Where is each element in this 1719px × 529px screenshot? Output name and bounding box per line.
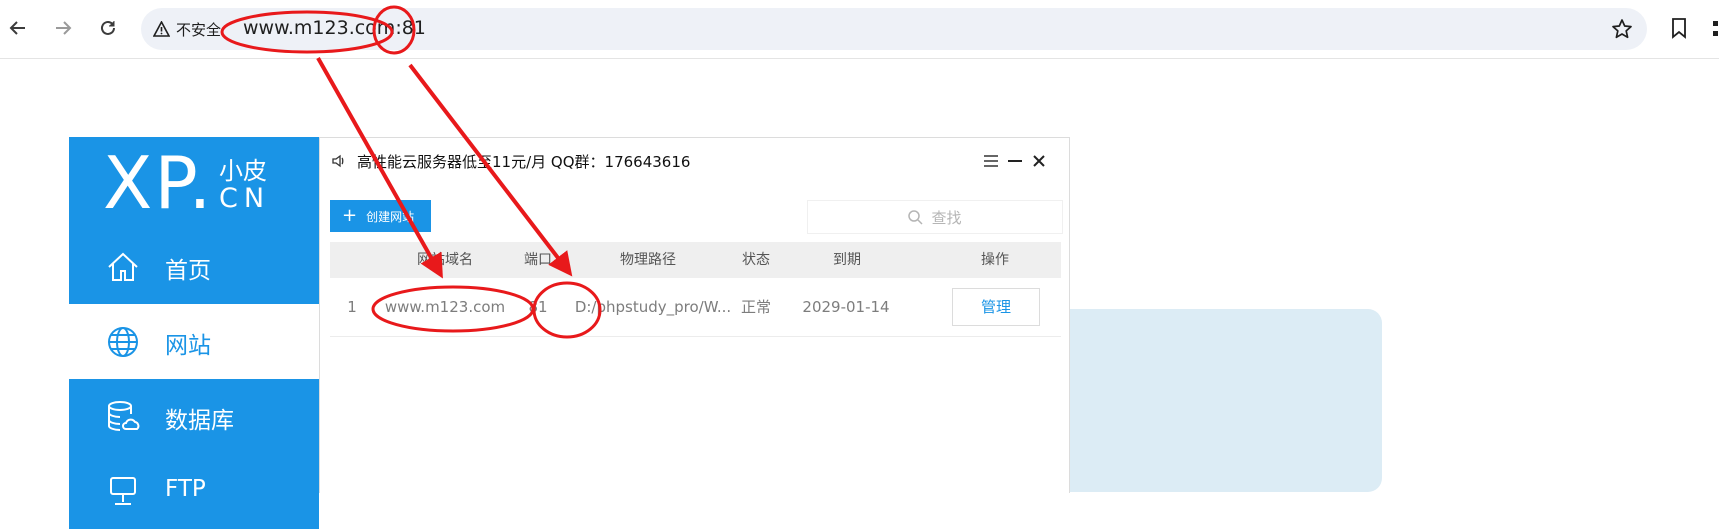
sidebar-item-label: FTP [165, 476, 206, 502]
database-icon [108, 401, 140, 431]
dialog-minimize-button[interactable] [1005, 151, 1025, 171]
url-text[interactable]: www.m123.com:81 [243, 17, 426, 39]
bookmarks-button[interactable] [1671, 17, 1687, 43]
minimize-icon [1008, 160, 1022, 162]
create-website-button[interactable]: + 创建网站 [330, 200, 431, 232]
bookmark-star-button[interactable] [1611, 18, 1633, 44]
dialog-close-button[interactable] [1029, 151, 1049, 171]
app-sidebar: XP. 小皮 CN 首页 网站 数据库 FTP [69, 137, 319, 529]
logo-cn: CN [219, 183, 271, 214]
sidebar-item-label: 首页 [165, 258, 211, 284]
url-port: :81 [395, 17, 426, 39]
app-logo: XP. 小皮 CN [69, 137, 319, 229]
search-input[interactable]: 查找 [807, 200, 1063, 234]
security-text: 不安全 [176, 20, 222, 39]
row-path: D:/phpstudy_pro/W... [574, 298, 732, 316]
globe-icon [108, 327, 138, 357]
home-icon [108, 252, 138, 281]
plus-icon: + [342, 205, 358, 226]
sidebar-item-database[interactable]: 数据库 [69, 379, 319, 454]
column-header: 物理路径 [620, 252, 676, 268]
row-domain: www.m123.com [384, 298, 506, 316]
speaker-icon [332, 154, 344, 168]
logo-xp: XP. [103, 141, 214, 225]
row-status: 正常 [740, 298, 771, 316]
ftp-icon [110, 477, 136, 505]
manage-button[interactable]: 管理 [952, 288, 1040, 326]
column-header: 端口 [524, 252, 552, 268]
dialog-menu-button[interactable] [981, 151, 1001, 171]
back-arrow-icon [9, 21, 25, 35]
url-host: www.m123.com [243, 17, 396, 39]
close-icon [1033, 155, 1045, 167]
create-website-label: 创建网站 [366, 209, 415, 224]
search-icon [908, 209, 924, 225]
forward-arrow-icon [56, 21, 72, 35]
row-index: 1 [347, 298, 357, 316]
table-row[interactable]: 1 www.m123.com 81 D:/phpstudy_pro/W... 正… [330, 278, 1061, 337]
logo-subtitle: 小皮 [219, 157, 267, 185]
warning-icon [153, 21, 170, 37]
sidebar-item-home[interactable]: 首页 [69, 229, 319, 304]
bookmark-icon [1672, 18, 1686, 39]
column-header: 到期 [833, 252, 861, 268]
sidebar-item-label: 网站 [165, 333, 211, 359]
hamburger-icon [984, 155, 998, 167]
star-icon [1612, 19, 1632, 39]
table-header: 网站域名 端口 物理路径 状态 到期 操作 [330, 242, 1061, 278]
website-dialog: 高性能云服务器低至11元/月 QQ群：176643616 + 创建网站 查找 网… [319, 137, 1070, 493]
menu-button[interactable] [1705, 19, 1719, 39]
reload-icon [101, 20, 115, 35]
row-port: 81 [528, 298, 548, 316]
column-header: 状态 [742, 252, 770, 268]
column-header: 网站域名 [417, 252, 473, 268]
reload-button[interactable] [93, 13, 123, 43]
sidebar-item-label: 数据库 [165, 408, 234, 434]
column-header: 操作 [981, 252, 1009, 268]
sidebar-item-website[interactable]: 网站 [69, 304, 319, 379]
forward-button[interactable] [48, 13, 78, 43]
row-expiry: 2029-01-14 [802, 298, 890, 316]
address-bar[interactable]: 不安全 www.m123.com:81 [141, 8, 1647, 50]
dialog-title-bar: 高性能云服务器低至11元/月 QQ群：176643616 [331, 150, 690, 172]
menu-dots-icon [1713, 21, 1718, 36]
browser-toolbar: 不安全 www.m123.com:81 [0, 0, 1719, 59]
back-button[interactable] [3, 13, 33, 43]
search-placeholder: 查找 [931, 208, 962, 227]
background-panel [1020, 309, 1382, 492]
dialog-title: 高性能云服务器低至11元/月 QQ群：176643616 [357, 152, 691, 171]
